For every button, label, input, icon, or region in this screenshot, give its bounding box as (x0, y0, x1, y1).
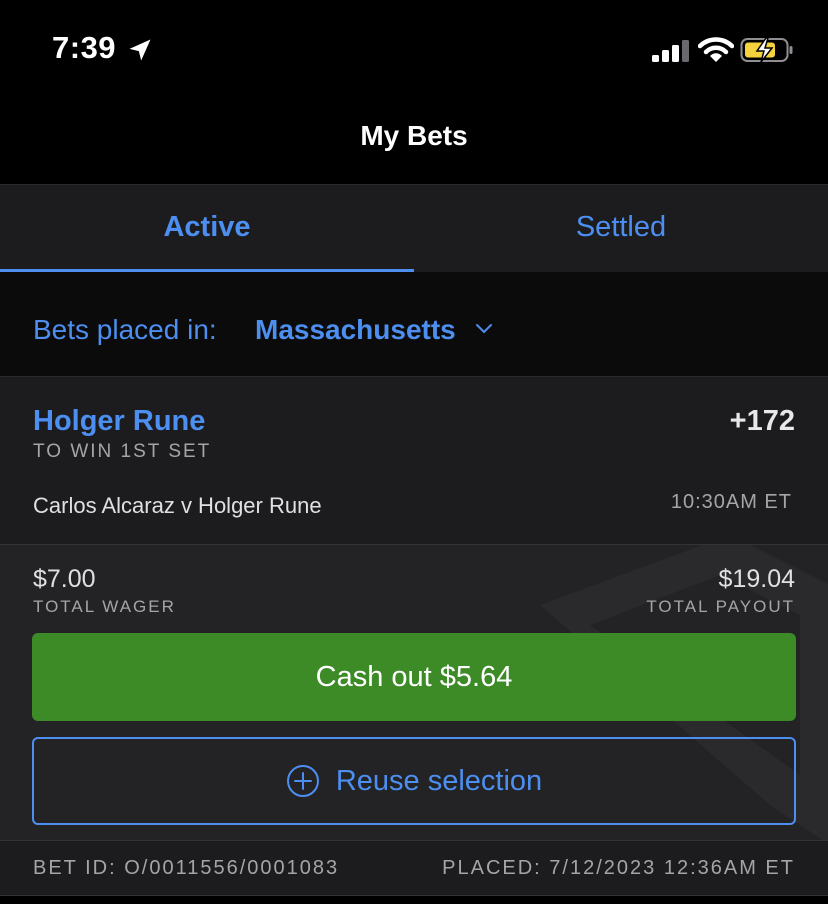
cash-out-label: Cash out $5.64 (315, 660, 513, 693)
bet-footer: BET ID: O/0011556/0001083 PLACED: 7/12/2… (0, 840, 828, 896)
page-title: My Bets (360, 120, 468, 151)
wifi-icon (698, 37, 734, 62)
bet-selection[interactable]: Holger Rune (33, 405, 205, 438)
status-time: 7:39 (52, 30, 117, 65)
placed-timestamp: PLACED: 7/12/2023 12:36AM ET (442, 857, 795, 879)
tab-settled[interactable]: Settled (414, 185, 828, 269)
event-time: 10:30AM ET (670, 491, 792, 513)
bet-id: BET ID: O/0011556/0001083 (33, 857, 340, 879)
cash-out-button[interactable]: Cash out $5.64 (32, 633, 796, 721)
chevron-down-icon[interactable] (474, 322, 494, 336)
total-wager-amount: $7.00 (33, 565, 96, 593)
total-payout-amount: $19.04 (718, 565, 795, 593)
location-arrow-icon (129, 39, 151, 61)
bet-tabs: Active Settled (0, 184, 828, 273)
total-payout-label: TOTAL PAYOUT (646, 597, 795, 616)
plus-circle-icon (286, 765, 319, 797)
status-bar: 7:39 (0, 0, 828, 100)
bet-odds: +172 (729, 405, 795, 437)
region-selector: Bets placed in: Massachusetts (0, 272, 828, 376)
event-matchup[interactable]: Carlos Alcaraz v Holger Rune (33, 493, 322, 519)
bet-card: Holger Rune +172 TO WIN 1ST SET Carlos A… (0, 376, 828, 545)
wager-section: $7.00 TOTAL WAGER $19.04 TOTAL PAYOUT Ca… (0, 544, 828, 841)
total-wager-label: TOTAL WAGER (33, 597, 176, 616)
bet-market: TO WIN 1ST SET (33, 441, 212, 462)
reuse-selection-button[interactable]: Reuse selection (32, 737, 796, 825)
region-dropdown[interactable]: Massachusetts (255, 314, 456, 346)
reuse-selection-label: Reuse selection (335, 764, 543, 797)
region-label: Bets placed in: (33, 314, 217, 345)
tab-active[interactable]: Active (0, 185, 414, 269)
cellular-signal-icon (652, 40, 689, 62)
battery-charging-icon (740, 37, 793, 63)
